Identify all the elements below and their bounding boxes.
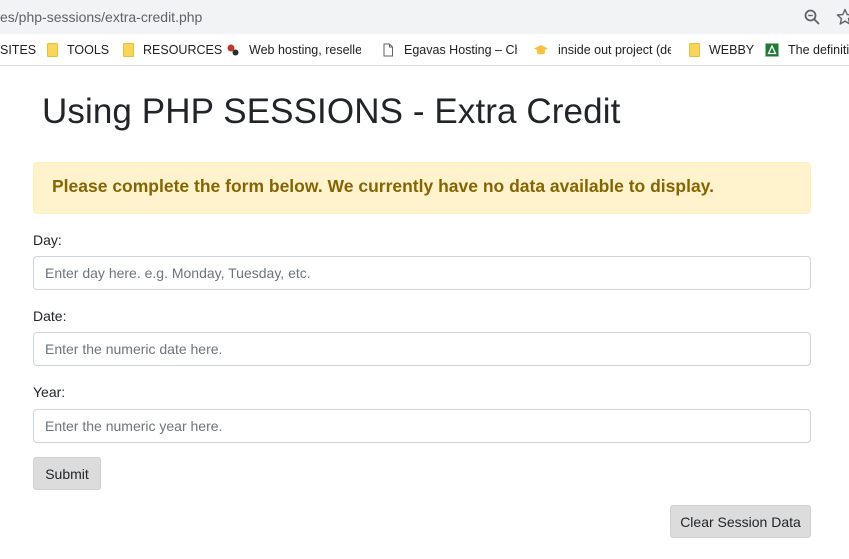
folder-icon — [689, 43, 700, 57]
page-title: Using PHP SESSIONS - Extra Credit — [42, 92, 621, 131]
bookmark-label: RESOURCES — [143, 43, 223, 57]
red-favicon-icon — [227, 44, 239, 56]
bookmark-label: inside out project (de — [558, 43, 671, 57]
green-favicon-icon — [765, 43, 779, 57]
bookmark-web-hosting[interactable]: Web hosting, reseller — [226, 41, 361, 59]
bookmark-label: The definiti — [788, 43, 849, 57]
page-icon — [383, 43, 393, 57]
bookmark-webby[interactable]: WEBBY — [689, 41, 754, 59]
url-text[interactable]: es/php-sessions/extra-credit.php — [0, 9, 202, 25]
folder-icon — [123, 43, 134, 57]
day-label: Day: — [33, 232, 62, 248]
date-input[interactable] — [33, 332, 811, 366]
bookmark-label: Web hosting, reseller — [249, 43, 361, 57]
bookmark-sites[interactable]: SITES — [0, 41, 36, 59]
address-bar[interactable]: es/php-sessions/extra-credit.php — [0, 0, 849, 34]
zoom-magnifier-icon[interactable] — [803, 8, 821, 26]
bookmark-star-icon[interactable] — [836, 8, 849, 26]
bookmark-the-definitive[interactable]: The definiti — [765, 41, 849, 59]
warning-alert: Please complete the form below. We curre… — [33, 162, 811, 214]
bookmark-resources[interactable]: RESOURCES — [123, 41, 222, 59]
bookmark-label: TOOLS — [67, 43, 110, 57]
bookmark-egavas[interactable]: Egavas Hosting – Che — [381, 41, 517, 59]
bookmark-tools[interactable]: TOOLS — [47, 41, 109, 59]
year-label: Year: — [33, 384, 66, 400]
date-label: Date: — [33, 308, 67, 324]
folder-icon — [47, 43, 58, 57]
bookmark-inside-out[interactable]: inside out project (de — [533, 41, 671, 59]
submit-button[interactable]: Submit — [33, 457, 101, 490]
bookmark-label: WEBBY — [709, 43, 755, 57]
year-input[interactable] — [33, 409, 811, 443]
day-input[interactable] — [33, 256, 811, 290]
bookmark-label: Egavas Hosting – Che — [404, 43, 517, 57]
alert-message: Please complete the form below. We curre… — [52, 176, 714, 196]
graduation-cap-icon — [534, 45, 548, 55]
clear-session-button[interactable]: Clear Session Data — [670, 505, 811, 538]
bookmarks-bar: SITES TOOLS RESOURCES Web hosting, resel… — [0, 34, 849, 66]
bookmark-label: SITES — [0, 43, 37, 57]
